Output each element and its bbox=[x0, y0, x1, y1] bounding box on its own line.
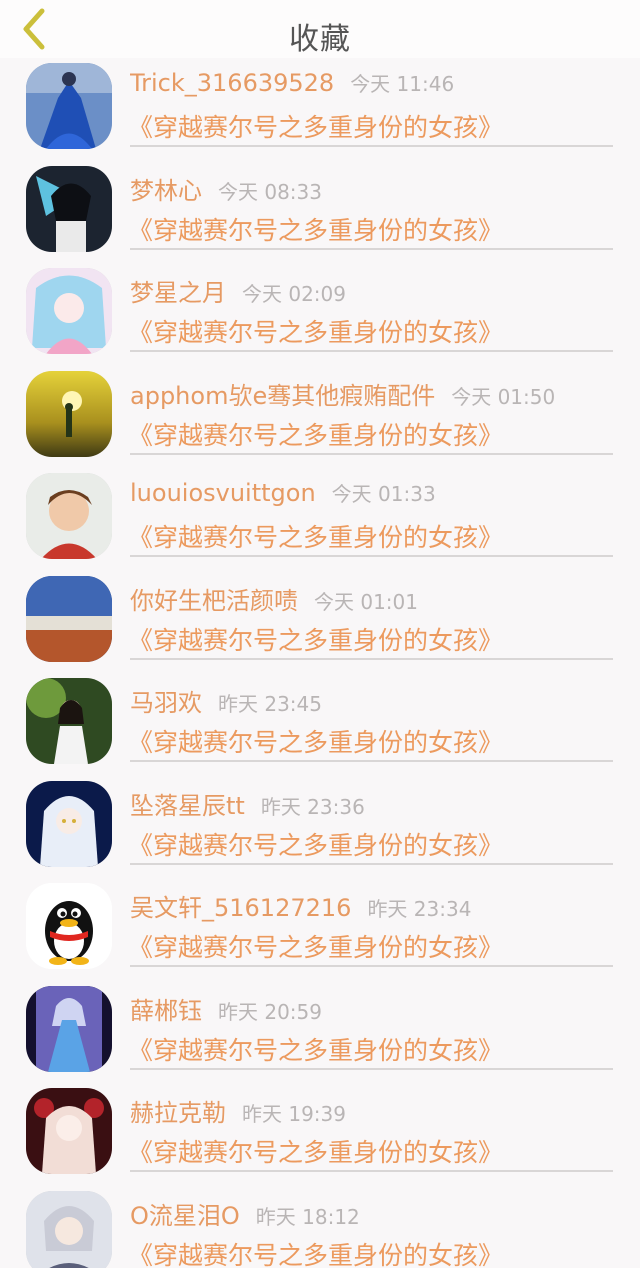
child-avatar bbox=[26, 473, 112, 559]
book-title[interactable]: 《穿越赛尔号之多重身份的女孩》 bbox=[128, 826, 503, 862]
penguin-avatar bbox=[26, 883, 112, 969]
book-title[interactable]: 《穿越赛尔号之多重身份的女孩》 bbox=[128, 1236, 503, 1268]
divider bbox=[130, 350, 613, 352]
divider bbox=[130, 1170, 613, 1172]
anime-silver-avatar bbox=[26, 1190, 112, 1268]
divider bbox=[130, 965, 613, 967]
list-item[interactable]: 梦林心 今天 08:33 《穿越赛尔号之多重身份的女孩》 bbox=[0, 161, 640, 264]
divider bbox=[130, 247, 613, 250]
user-name[interactable]: 吴文轩_516127216 bbox=[130, 894, 351, 922]
anime-white-hair-avatar bbox=[26, 780, 112, 867]
list-item[interactable]: O流星泪O 昨天 18:12 《穿越赛尔号之多重身份的女孩》 bbox=[0, 1186, 640, 1268]
timestamp: 昨天 23:36 bbox=[260, 794, 365, 819]
timestamp: 昨天 18:12 bbox=[255, 1204, 360, 1229]
list-item[interactable]: 赫拉克勒 昨天 19:39 《穿越赛尔号之多重身份的女孩》 bbox=[0, 1083, 640, 1186]
book-title[interactable]: 《穿越赛尔号之多重身份的女孩》 bbox=[128, 621, 503, 657]
sunset-avatar bbox=[26, 370, 112, 457]
timestamp: 今天 01:50 bbox=[451, 384, 556, 409]
timestamp: 今天 01:33 bbox=[331, 482, 436, 506]
timestamp: 今天 11:46 bbox=[350, 72, 455, 96]
page-title: 收藏 bbox=[289, 22, 351, 57]
anime-red-avatar bbox=[26, 1088, 112, 1174]
user-name[interactable]: Trick_316639528 bbox=[130, 69, 334, 97]
timestamp: 昨天 23:45 bbox=[218, 692, 322, 716]
divider bbox=[130, 657, 613, 660]
book-title[interactable]: 《穿越赛尔号之多重身份的女孩》 bbox=[128, 211, 503, 247]
divider bbox=[130, 760, 613, 762]
book-title[interactable]: 《穿越赛尔号之多重身份的女孩》 bbox=[128, 928, 503, 964]
user-name[interactable]: 坠落星辰tt bbox=[130, 792, 245, 820]
list-item[interactable]: 你好生杷活颜啧 今天 01:01 《穿越赛尔号之多重身份的女孩》 bbox=[0, 571, 640, 674]
book-title[interactable]: 《穿越赛尔号之多重身份的女孩》 bbox=[128, 416, 503, 452]
user-name[interactable]: 你好生杷活颜啧 bbox=[130, 587, 298, 615]
anime-pink-avatar bbox=[26, 268, 112, 354]
landscape-avatar bbox=[26, 575, 112, 662]
list-item[interactable]: 薛郴钰 昨天 20:59 《穿越赛尔号之多重身份的女孩》 bbox=[0, 981, 640, 1084]
girl-forest-avatar bbox=[26, 678, 112, 764]
divider bbox=[130, 145, 613, 147]
book-title[interactable]: 《穿越赛尔号之多重身份的女孩》 bbox=[128, 1133, 503, 1169]
user-name[interactable]: apphom欤e骞其他瘕贿配件 bbox=[130, 382, 435, 410]
favorites-screen: 收藏 Trick_316639528 今天 11:46 《穿越赛尔号之多重身份的女… bbox=[0, 0, 640, 1268]
book-title[interactable]: 《穿越赛尔号之多重身份的女孩》 bbox=[128, 313, 503, 349]
anime-blue-dress-avatar bbox=[26, 985, 112, 1072]
list-item[interactable]: 坠落星辰tt 昨天 23:36 《穿越赛尔号之多重身份的女孩》 bbox=[0, 776, 640, 879]
timestamp: 昨天 20:59 bbox=[218, 999, 322, 1024]
list-item[interactable]: 梦星之月 今天 02:09 《穿越赛尔号之多重身份的女孩》 bbox=[0, 263, 640, 366]
timestamp: 昨天 19:39 bbox=[242, 1102, 346, 1126]
timestamp: 今天 01:01 bbox=[314, 589, 418, 614]
user-name[interactable]: 梦林心 bbox=[130, 177, 202, 205]
timestamp: 今天 08:33 bbox=[218, 179, 322, 204]
book-title[interactable]: 《穿越赛尔号之多重身份的女孩》 bbox=[128, 1031, 503, 1067]
user-name[interactable]: 赫拉克勒 bbox=[130, 1099, 226, 1127]
book-title[interactable]: 《穿越赛尔号之多重身份的女孩》 bbox=[128, 723, 503, 759]
timestamp: 今天 02:09 bbox=[242, 282, 346, 306]
list-item[interactable]: luouiosvuittgon 今天 01:33 《穿越赛尔号之多重身份的女孩》 bbox=[0, 468, 640, 571]
blue-gown-avatar bbox=[26, 63, 112, 149]
navigation-bar: 收藏 bbox=[0, 0, 640, 58]
list-item[interactable]: Trick_316639528 今天 11:46 《穿越赛尔号之多重身份的女孩》 bbox=[0, 58, 640, 161]
user-name[interactable]: luouiosvuittgon bbox=[130, 479, 316, 507]
divider bbox=[130, 452, 613, 455]
user-name[interactable]: 马羽欢 bbox=[130, 689, 202, 717]
user-name[interactable]: 薛郴钰 bbox=[130, 997, 202, 1025]
user-name[interactable]: O流星泪O bbox=[130, 1202, 240, 1230]
divider bbox=[130, 555, 613, 557]
user-name[interactable]: 梦星之月 bbox=[130, 279, 226, 307]
book-title[interactable]: 《穿越赛尔号之多重身份的女孩》 bbox=[128, 518, 503, 554]
list-item[interactable]: 吴文轩_516127216 昨天 23:34 《穿越赛尔号之多重身份的女孩》 bbox=[0, 878, 640, 981]
favorites-list: Trick_316639528 今天 11:46 《穿越赛尔号之多重身份的女孩》 … bbox=[0, 58, 640, 1268]
divider bbox=[130, 1067, 613, 1070]
book-title[interactable]: 《穿越赛尔号之多重身份的女孩》 bbox=[128, 108, 503, 144]
timestamp: 昨天 23:34 bbox=[367, 897, 472, 921]
divider bbox=[130, 862, 613, 865]
list-item[interactable]: apphom欤e骞其他瘕贿配件 今天 01:50 《穿越赛尔号之多重身份的女孩》 bbox=[0, 366, 640, 469]
anime-dark-avatar bbox=[26, 165, 112, 252]
list-item[interactable]: 马羽欢 昨天 23:45 《穿越赛尔号之多重身份的女孩》 bbox=[0, 673, 640, 776]
